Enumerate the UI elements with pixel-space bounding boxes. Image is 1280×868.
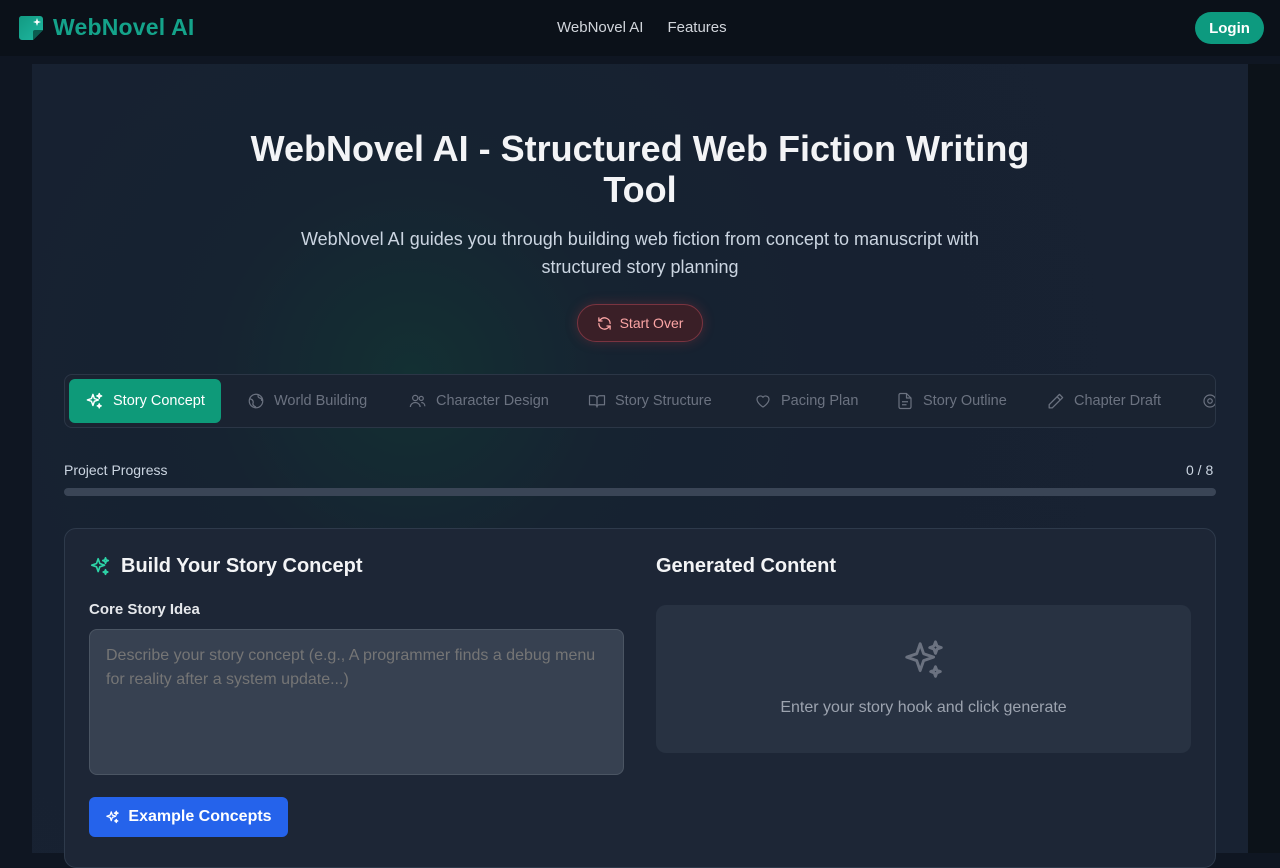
refresh-icon bbox=[597, 316, 611, 330]
page-title-line1: WebNovel AI - Structured Web Fiction Wri… bbox=[250, 128, 1030, 169]
page-subtitle: WebNovel AI guides you through building … bbox=[32, 225, 1248, 281]
top-navbar: WebNovel AI WebNovel AI Features Login bbox=[0, 0, 1280, 56]
page-title: WebNovel AI - Structured Web Fiction Wri… bbox=[32, 128, 1248, 210]
page-subtitle-line1: WebNovel AI guides you through building … bbox=[300, 229, 980, 249]
progress-bar bbox=[64, 488, 1216, 496]
globe-icon bbox=[248, 393, 264, 409]
example-concepts-label: Example Concepts bbox=[128, 808, 272, 825]
step-tabs: Story Concept World Building Character D… bbox=[64, 374, 1216, 428]
progress-count: 0 / 8 bbox=[1186, 462, 1214, 478]
tab-label: World Building bbox=[274, 393, 368, 409]
main-nav: WebNovel AI Features bbox=[557, 19, 727, 36]
page-title-line2: Tool bbox=[603, 169, 677, 210]
tab-label: Chapter Draft bbox=[1074, 393, 1162, 409]
tab-label: Story Outline bbox=[923, 393, 1007, 409]
core-idea-label: Core Story Idea bbox=[89, 601, 200, 618]
generated-title: Generated Content bbox=[656, 555, 837, 577]
pencil-icon bbox=[1048, 393, 1064, 408]
users-icon bbox=[409, 394, 426, 408]
tab-label: Story Concept bbox=[113, 393, 205, 409]
tab-story-concept[interactable]: Story Concept bbox=[69, 379, 221, 423]
sparkles-icon bbox=[86, 392, 103, 409]
tab-more[interactable] bbox=[1201, 379, 1215, 423]
generated-content-box: Enter your story hook and click generate bbox=[656, 605, 1191, 753]
file-icon bbox=[898, 392, 912, 410]
example-concepts-button[interactable]: Example Concepts bbox=[89, 797, 288, 837]
tab-chapter-draft[interactable]: Chapter Draft bbox=[1046, 379, 1161, 423]
tab-pacing-plan[interactable]: Pacing Plan bbox=[754, 379, 858, 423]
story-concept-input[interactable] bbox=[89, 629, 624, 775]
settings-icon bbox=[1203, 394, 1215, 408]
tab-label: Story Structure bbox=[615, 393, 712, 409]
concept-panel: Build Your Story Concept Core Story Idea… bbox=[64, 528, 1216, 868]
tab-label: Character Design bbox=[436, 393, 549, 409]
sparkles-icon bbox=[905, 640, 943, 678]
heart-icon bbox=[756, 395, 770, 408]
nav-link-features[interactable]: Features bbox=[667, 19, 726, 36]
brand-name: WebNovel AI bbox=[53, 14, 195, 40]
main-content: WebNovel AI - Structured Web Fiction Wri… bbox=[32, 64, 1248, 868]
concept-title: Build Your Story Concept bbox=[121, 555, 363, 577]
tab-story-structure[interactable]: Story Structure bbox=[588, 379, 712, 423]
tab-story-outline[interactable]: Story Outline bbox=[896, 379, 1007, 423]
sparkles-icon bbox=[106, 810, 120, 823]
nav-link-webnovel[interactable]: WebNovel AI bbox=[557, 19, 643, 36]
concept-heading: Build Your Story Concept bbox=[89, 555, 363, 578]
start-over-label: Start Over bbox=[619, 315, 684, 331]
right-gutter bbox=[1248, 64, 1280, 853]
logo-icon bbox=[18, 16, 43, 40]
login-button[interactable]: Login bbox=[1195, 12, 1264, 44]
tab-world-building[interactable]: World Building bbox=[247, 379, 367, 423]
book-icon bbox=[588, 395, 606, 408]
generated-empty-text: Enter your story hook and click generate bbox=[780, 699, 1067, 716]
tab-character-design[interactable]: Character Design bbox=[408, 379, 549, 423]
tab-label: Pacing Plan bbox=[781, 393, 859, 409]
progress-label: Project Progress bbox=[64, 462, 168, 478]
start-over-button[interactable]: Start Over bbox=[577, 304, 703, 342]
page-subtitle-line2: structured story planning bbox=[541, 257, 739, 277]
brand[interactable]: WebNovel AI bbox=[18, 14, 195, 41]
sparkles-icon bbox=[90, 556, 110, 575]
